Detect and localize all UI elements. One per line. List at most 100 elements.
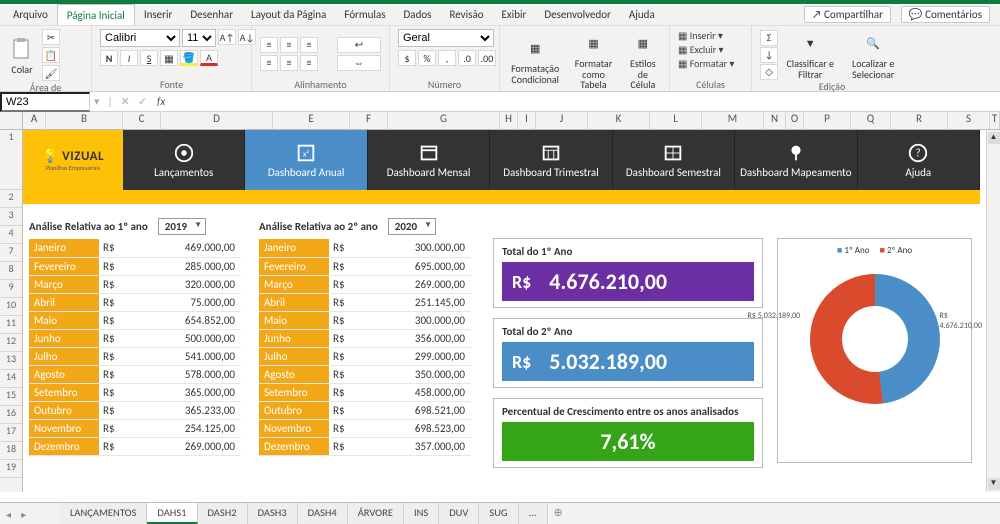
bold-button[interactable]: N xyxy=(100,50,118,66)
row-header-9[interactable]: 9 xyxy=(0,280,22,298)
format-as-table-button[interactable]: ▦Formatar como Tabela xyxy=(568,29,618,91)
row-header-8[interactable]: 8 xyxy=(0,262,22,280)
paste-button[interactable]: Colar xyxy=(8,35,36,76)
row-header-11[interactable]: 11 xyxy=(0,316,22,334)
align-bottom-button[interactable]: ≡ xyxy=(300,37,318,53)
select-all-button[interactable] xyxy=(0,112,23,129)
nav-dashboard-mapeamento[interactable]: Dashboard Mapeamento xyxy=(735,130,857,190)
fx-button[interactable]: fx xyxy=(151,95,171,108)
menu-exibir[interactable]: Exibir xyxy=(493,4,536,25)
col-header-J[interactable]: J xyxy=(536,112,588,129)
col-header-R[interactable]: R xyxy=(891,112,948,129)
clear-button[interactable]: ◇ xyxy=(760,64,778,80)
format-painter-button[interactable]: 🖌 xyxy=(42,65,60,81)
row-header-12[interactable]: 12 xyxy=(0,334,22,352)
cut-button[interactable]: ✂ xyxy=(42,29,60,45)
row-header-13[interactable]: 13 xyxy=(0,352,22,370)
wrap-text-button[interactable]: ↩ xyxy=(337,37,381,53)
row-header-1[interactable]: 1 xyxy=(0,130,22,190)
currency-button[interactable]: $ xyxy=(398,50,416,66)
nav-ajuda[interactable]: ?Ajuda xyxy=(858,130,980,190)
nav-lancamentos[interactable]: Lançamentos xyxy=(123,130,245,190)
formula-input[interactable] xyxy=(171,93,1000,111)
menu-formulas[interactable]: Fórmulas xyxy=(335,4,394,25)
format-cells-button[interactable]: ▦ Formatar ▾ xyxy=(678,57,734,70)
find-select-button[interactable]: 🔍Localizar e Selecionar xyxy=(842,29,904,80)
row-header-18[interactable]: 18 xyxy=(0,442,22,460)
row-header-10[interactable]: 10 xyxy=(0,298,22,316)
menu-layout[interactable]: Layout da Página xyxy=(242,4,335,25)
row-header-15[interactable]: 15 xyxy=(0,388,22,406)
col-header-I[interactable]: I xyxy=(518,112,536,129)
tab-more[interactable]: ... xyxy=(519,503,548,524)
align-left-button[interactable]: ≡ xyxy=(260,55,278,71)
font-name-select[interactable]: Calibri xyxy=(100,29,180,47)
nav-dashboard-trimestral[interactable]: Dashboard Trimestral xyxy=(490,130,612,190)
row-header-14[interactable]: 14 xyxy=(0,370,22,388)
tab-dash4[interactable]: DASH4 xyxy=(298,503,348,524)
grow-font-button[interactable]: A↑ xyxy=(218,29,236,45)
col-header-C[interactable]: C xyxy=(123,112,161,129)
col-header-S[interactable]: S xyxy=(948,112,990,129)
tab-dahs1[interactable]: DAHS1 xyxy=(147,503,197,524)
menu-arquivo[interactable]: Arquivo xyxy=(4,4,57,25)
share-button[interactable]: ↗ Compartilhar xyxy=(804,6,891,23)
menu-inserir[interactable]: Inserir xyxy=(135,4,182,25)
align-middle-button[interactable]: ≡ xyxy=(280,37,298,53)
menu-desenhar[interactable]: Desenhar xyxy=(181,4,242,25)
tab-dash3[interactable]: DASH3 xyxy=(248,503,298,524)
tab-duv[interactable]: DUV xyxy=(439,503,479,524)
enter-formula-button[interactable]: ✓ xyxy=(134,95,151,108)
col-header-N[interactable]: N xyxy=(764,112,786,129)
row-header-3[interactable]: 3 xyxy=(0,208,22,226)
name-box[interactable] xyxy=(0,92,90,112)
align-center-button[interactable]: ≡ xyxy=(280,55,298,71)
menu-desenvolvedor[interactable]: Desenvolvedor xyxy=(535,4,620,25)
nav-dashboard-mensal[interactable]: Dashboard Mensal xyxy=(368,130,490,190)
font-color-button[interactable]: A xyxy=(200,50,218,66)
autosum-button[interactable]: Σ xyxy=(760,30,778,46)
col-header-M[interactable]: M xyxy=(702,112,764,129)
insert-cells-button[interactable]: ▦ Inserir ▾ xyxy=(678,29,723,42)
percent-button[interactable]: % xyxy=(418,50,436,66)
name-box-dropdown[interactable]: ▾ xyxy=(90,95,104,108)
fill-color-button[interactable]: 🪣 xyxy=(180,50,198,66)
copy-button[interactable]: 📋 xyxy=(42,47,60,63)
col-header-T[interactable]: T xyxy=(990,112,1000,129)
merge-button[interactable]: ⇔ xyxy=(337,55,381,71)
tab-sug[interactable]: SUG xyxy=(479,503,518,524)
comments-button[interactable]: 💬 Comentários xyxy=(901,6,990,23)
sort-filter-button[interactable]: ▼Classificar e Filtrar xyxy=(784,29,836,80)
col-header-P[interactable]: P xyxy=(804,112,851,129)
new-sheet-button[interactable]: ⊕ xyxy=(548,503,569,524)
row-header-7[interactable]: 7 xyxy=(0,244,22,262)
nav-dashboard-semestral[interactable]: Dashboard Semestral xyxy=(613,130,735,190)
vertical-scrollbar[interactable]: ▲ ▼ xyxy=(986,130,1000,492)
scroll-up-button[interactable]: ▲ xyxy=(988,132,1000,144)
col-header-L[interactable]: L xyxy=(650,112,702,129)
col-header-G[interactable]: G xyxy=(388,112,500,129)
row-header-16[interactable]: 16 xyxy=(0,406,22,424)
menu-dados[interactable]: Dados xyxy=(395,4,441,25)
dec-decimal-button[interactable]: .00 xyxy=(478,50,496,66)
borders-button[interactable]: ▦ xyxy=(160,50,178,66)
menu-ajuda[interactable]: Ajuda xyxy=(620,4,664,25)
inc-decimal-button[interactable]: .0 xyxy=(458,50,476,66)
row-header-2[interactable]: 2 xyxy=(0,190,22,208)
cancel-formula-button[interactable]: ✕ xyxy=(117,95,134,108)
menu-revisao[interactable]: Revisão xyxy=(440,4,492,25)
col-header-F[interactable]: F xyxy=(350,112,388,129)
col-header-A[interactable]: A xyxy=(23,112,46,129)
underline-button[interactable]: S xyxy=(140,50,158,66)
row-header-4[interactable]: 4 xyxy=(0,226,22,244)
year1-select[interactable]: 2019 xyxy=(158,218,206,235)
comma-button[interactable]: , xyxy=(438,50,456,66)
tab-ins[interactable]: INS xyxy=(404,503,439,524)
cell-styles-button[interactable]: ▦Estilos de Célula xyxy=(625,29,661,91)
fill-button[interactable]: ↓ xyxy=(760,47,778,63)
col-header-O[interactable]: O xyxy=(786,112,804,129)
worksheet[interactable]: 💡 VIZUAL Planilhas Empresariais Lançamen… xyxy=(23,130,986,492)
row-header-19[interactable]: 19 xyxy=(0,460,22,478)
tab-arvore[interactable]: ÁRVORE xyxy=(348,503,404,524)
col-header-E[interactable]: E xyxy=(273,112,350,129)
